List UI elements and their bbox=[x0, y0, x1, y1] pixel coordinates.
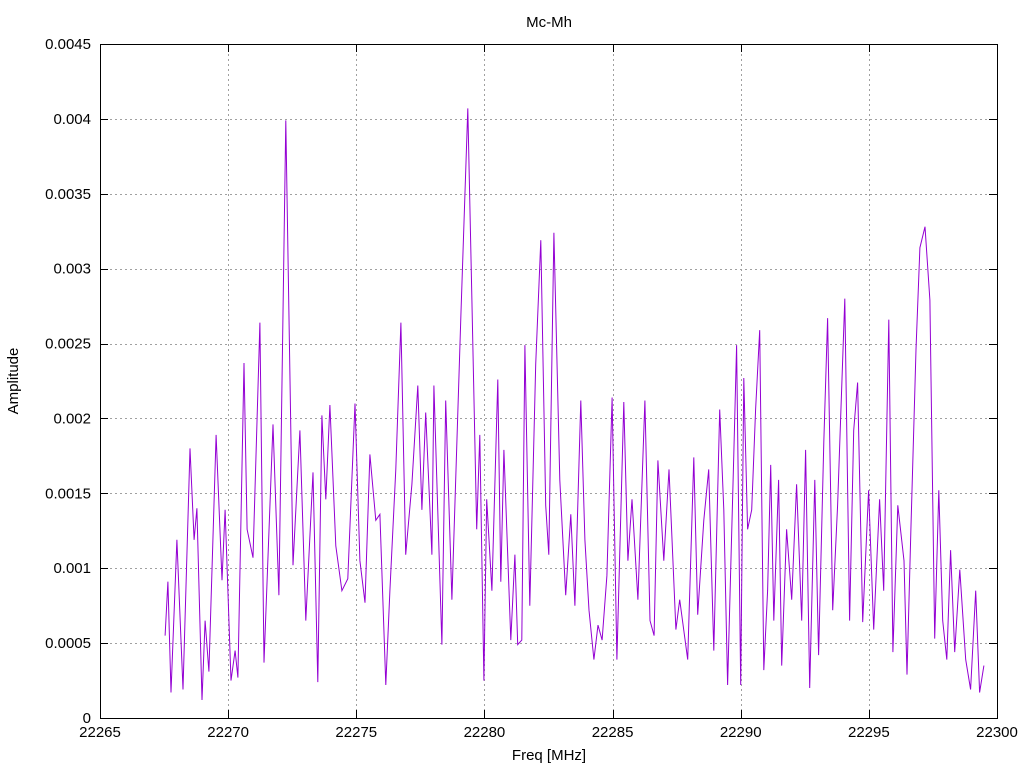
series-line-mc-mh bbox=[164, 108, 985, 701]
x-tick-label: 22290 bbox=[720, 724, 762, 741]
y-tick-labels: 0 0.0005 0.001 0.0015 0.002 0.0025 0.003 0.0035… bbox=[45, 36, 91, 727]
y-tick-label: 0.0025 bbox=[45, 336, 91, 353]
x-tick-label: 22300 bbox=[976, 724, 1018, 741]
y-tick-label: 0.001 bbox=[53, 560, 91, 577]
y-tick-label: 0.0005 bbox=[45, 635, 91, 652]
y-tick-label: 0.0035 bbox=[45, 186, 91, 203]
y-tick-label: 0.002 bbox=[53, 410, 91, 427]
x-tick-label: 22295 bbox=[848, 724, 890, 741]
y-tick-label: 0.004 bbox=[53, 111, 91, 128]
y-tick-label: 0.0045 bbox=[45, 36, 91, 53]
y-tick-label: 0 bbox=[83, 710, 91, 727]
y-tick-label: 0.003 bbox=[53, 261, 91, 278]
x-tick-labels: 22265 22270 22275 22280 22285 22290 22295 22300 bbox=[79, 724, 1018, 741]
x-tick-label: 22285 bbox=[592, 724, 634, 741]
x-tick-label: 22275 bbox=[335, 724, 377, 741]
chart: 22265 22270 22275 22280 22285 22290 22295 22300… bbox=[5, 14, 1018, 764]
x-tick-label: 22270 bbox=[207, 724, 249, 741]
y-axis-label: Amplitude bbox=[5, 348, 22, 415]
x-tick-label: 22280 bbox=[464, 724, 506, 741]
x-axis-label: Freq [MHz] bbox=[512, 747, 586, 764]
y-tick-label: 0.0015 bbox=[45, 485, 91, 502]
chart-title: Mc-Mh bbox=[526, 14, 572, 31]
